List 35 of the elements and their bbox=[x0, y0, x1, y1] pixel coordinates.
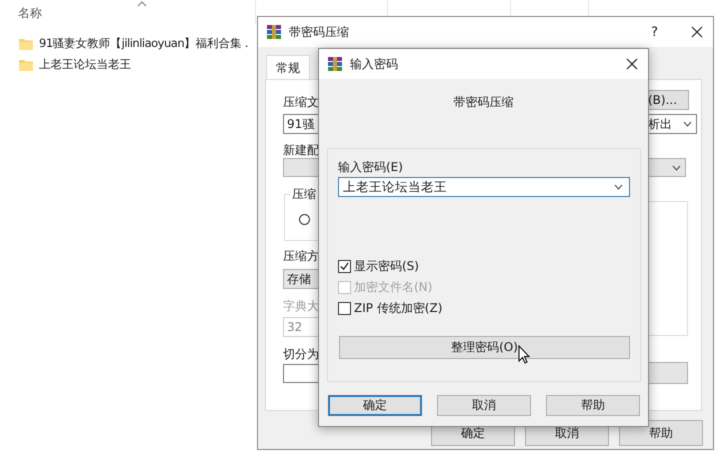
archive-icon bbox=[266, 24, 282, 40]
password-field[interactable]: 上老王论坛当老王 bbox=[338, 177, 630, 197]
folder-name[interactable]: 上老王论坛当老王 bbox=[39, 57, 131, 72]
field-label: 字典大 bbox=[283, 298, 319, 315]
column-header[interactable]: 名称 bbox=[18, 5, 42, 22]
chevron-icon bbox=[672, 164, 681, 170]
close-icon[interactable] bbox=[691, 26, 703, 38]
chevron-icon bbox=[614, 184, 623, 190]
checkbox-label[interactable]: 显示密码(S) bbox=[354, 258, 419, 275]
checkbox-label[interactable]: ZIP 传统加密(Z) bbox=[354, 300, 442, 317]
archive-icon bbox=[327, 56, 343, 72]
tab[interactable]: 常规 bbox=[266, 55, 310, 79]
organize-button[interactable]: 整理密码(O) bbox=[339, 336, 630, 359]
folder-name[interactable]: 91骚妻女教师【jilinliaoyuan】福利合集 . bbox=[39, 36, 248, 51]
dialog-heading: 带密码压缩 bbox=[452, 94, 514, 111]
cursor-icon bbox=[518, 345, 530, 364]
field-label: 压缩方 bbox=[283, 248, 319, 265]
checkbox[interactable] bbox=[338, 302, 351, 315]
dialog-button[interactable]: 帮助 bbox=[546, 395, 640, 416]
help-button[interactable]: ? bbox=[651, 24, 658, 40]
field-label: 输入密码(E) bbox=[338, 159, 403, 176]
close-icon[interactable] bbox=[626, 58, 638, 70]
sort-caret-icon bbox=[137, 1, 147, 7]
dialog-button[interactable]: 确定 bbox=[328, 395, 422, 416]
chevron-icon bbox=[683, 121, 692, 127]
radio-button[interactable] bbox=[299, 214, 310, 225]
window-title: 输入密码 bbox=[350, 56, 399, 72]
field-label: 新建配 bbox=[283, 142, 319, 159]
checkbox[interactable] bbox=[338, 260, 351, 273]
field-label: 切分为 bbox=[283, 346, 319, 363]
dialog-button[interactable]: 取消 bbox=[437, 395, 531, 416]
field-label: 压缩文 bbox=[283, 94, 319, 111]
dialog-button[interactable]: 帮助 bbox=[619, 420, 703, 446]
window-title: 带密码压缩 bbox=[289, 24, 350, 40]
button[interactable] bbox=[648, 362, 688, 384]
